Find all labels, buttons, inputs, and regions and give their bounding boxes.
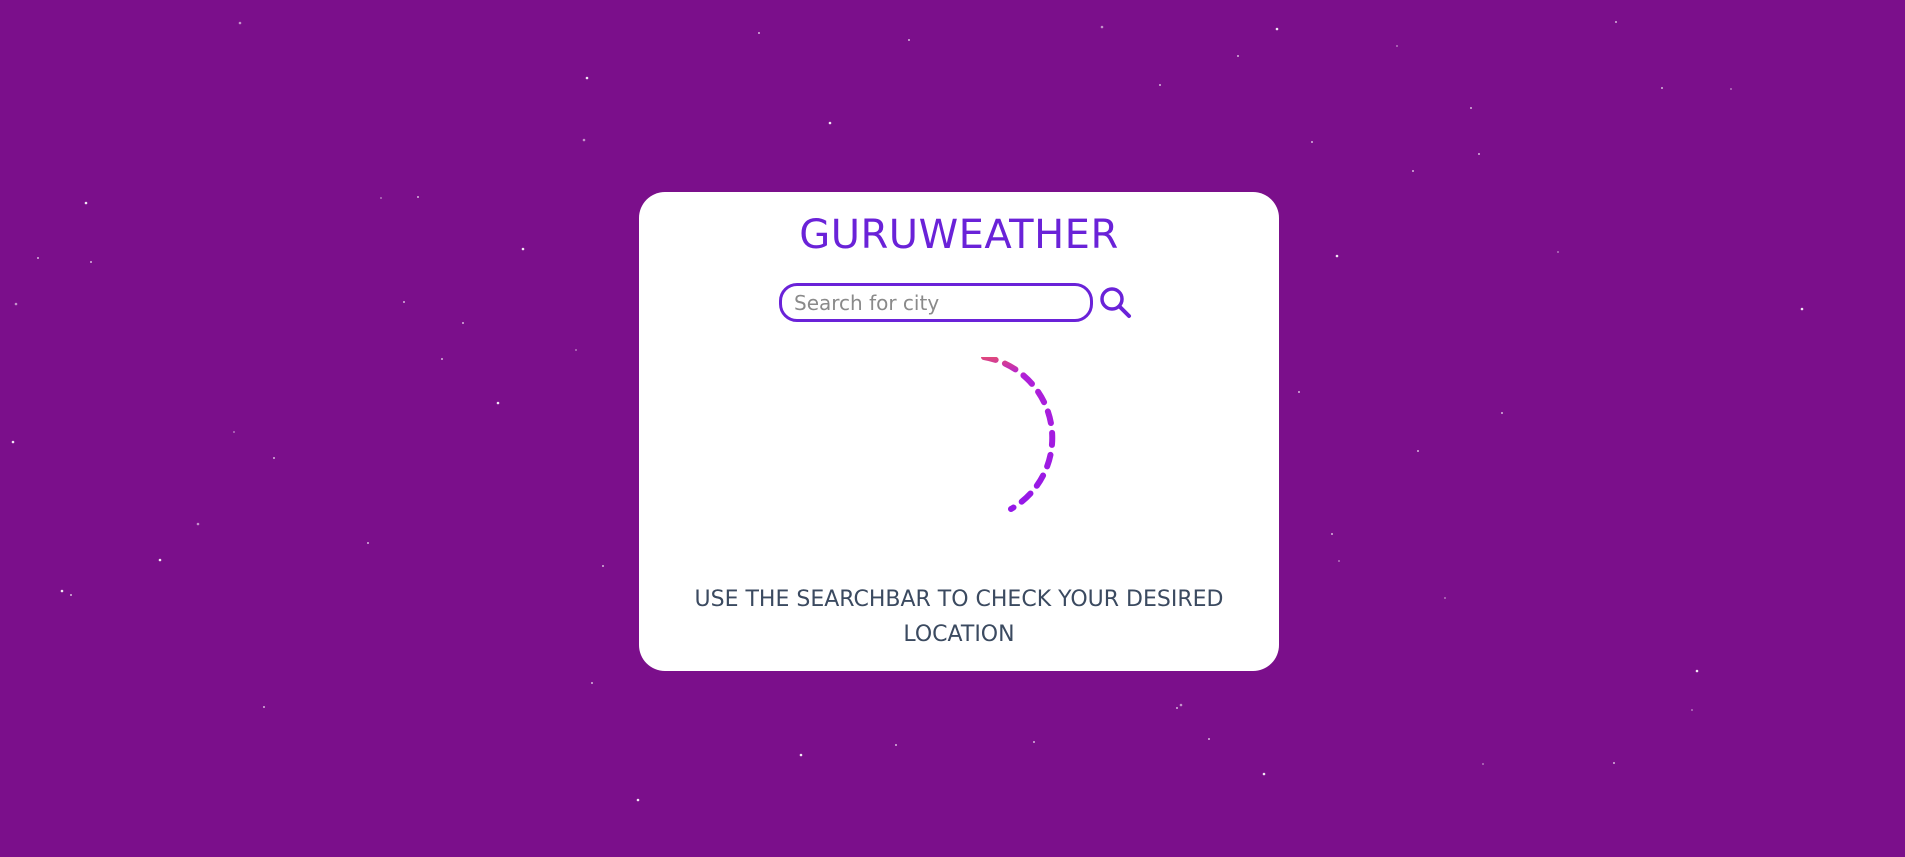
star	[37, 257, 39, 259]
instruction-message: USE THE SEARCHBAR TO CHECK YOUR DESIRED …	[694, 587, 1224, 647]
star	[1661, 87, 1663, 89]
star	[417, 196, 419, 198]
star	[908, 39, 910, 41]
star	[1444, 597, 1446, 599]
star	[14, 302, 18, 306]
star	[84, 201, 88, 205]
star	[1262, 772, 1266, 776]
star	[1482, 763, 1484, 765]
star	[636, 798, 640, 802]
star	[1417, 450, 1419, 452]
star	[1100, 25, 1104, 29]
star	[1208, 738, 1210, 740]
star	[521, 247, 525, 251]
star	[575, 349, 577, 351]
star	[1470, 107, 1472, 109]
star	[60, 589, 64, 593]
star	[591, 682, 593, 684]
star	[238, 21, 242, 25]
star	[1033, 741, 1035, 743]
star	[403, 301, 405, 303]
star	[1412, 170, 1414, 172]
star	[1615, 21, 1617, 23]
star	[1331, 533, 1333, 535]
star	[263, 706, 265, 708]
loading-spinner-icon	[981, 357, 1056, 512]
star	[799, 753, 803, 757]
star	[1311, 141, 1313, 143]
star	[1338, 560, 1340, 562]
star	[895, 744, 897, 746]
star	[1179, 703, 1183, 707]
star	[602, 565, 604, 567]
star	[158, 558, 162, 562]
star	[1335, 254, 1339, 258]
star	[273, 457, 275, 459]
star	[380, 197, 382, 199]
star	[1691, 709, 1693, 711]
star	[1730, 88, 1732, 90]
star	[1237, 55, 1239, 57]
star	[1396, 45, 1398, 47]
star	[367, 542, 369, 544]
star	[1800, 307, 1804, 311]
weather-card: GURUWEATHER USE THE SEARCHBAR TO CHECK Y…	[639, 192, 1279, 671]
star	[1501, 412, 1503, 414]
star	[585, 76, 589, 80]
search-icon	[1100, 287, 1131, 318]
star	[1613, 762, 1615, 764]
star	[1176, 707, 1178, 709]
star	[1298, 391, 1300, 393]
star	[1159, 84, 1161, 86]
star	[582, 138, 586, 142]
app-title: GURUWEATHER	[799, 212, 1119, 258]
star	[441, 358, 443, 360]
star	[1275, 27, 1279, 31]
star	[758, 32, 760, 34]
star	[70, 594, 72, 596]
star	[1478, 153, 1480, 155]
star	[233, 431, 235, 433]
search-button[interactable]	[1096, 283, 1136, 323]
star	[11, 440, 15, 444]
star	[1557, 251, 1559, 253]
star	[90, 261, 92, 263]
star	[196, 522, 200, 526]
star	[828, 121, 832, 125]
star	[1695, 669, 1699, 673]
search-input[interactable]	[779, 283, 1093, 322]
star	[462, 322, 464, 324]
star	[496, 401, 500, 405]
